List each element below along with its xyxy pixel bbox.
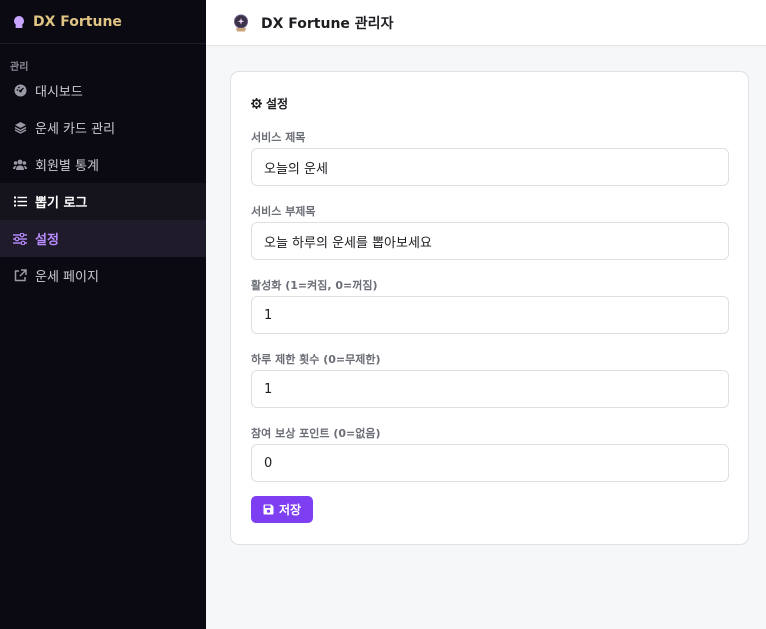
main-area: DX Fortune 관리자 설정 서비스 제목 서비스 부제목 활성화 (1=… xyxy=(206,0,766,629)
sidebar: DX Fortune 관리 대시보드 운세 카드 관리 회원별 통계 뽑기 로그… xyxy=(0,0,206,629)
sidebar-item-draw-log[interactable]: 뽑기 로그 xyxy=(0,183,206,220)
topbar: DX Fortune 관리자 xyxy=(206,0,766,46)
enabled-input[interactable] xyxy=(251,296,729,334)
save-button-label: 저장 xyxy=(279,503,302,517)
sliders-icon xyxy=(13,232,27,246)
sidebar-item-fortune-page[interactable]: 운세 페이지 xyxy=(0,257,206,294)
gear-icon xyxy=(251,97,262,109)
service-subtitle-label: 서비스 부제목 xyxy=(251,205,316,218)
settings-card: 설정 서비스 제목 서비스 부제목 활성화 (1=켜짐, 0=꺼짐) 하루 제한… xyxy=(230,71,749,545)
reward-points-label: 참여 보상 포인트 (0=없음) xyxy=(251,427,381,440)
layers-icon xyxy=(13,121,27,135)
sidebar-item-label: 대시보드 xyxy=(35,85,83,100)
app-root: DX Fortune 관리 대시보드 운세 카드 관리 회원별 통계 뽑기 로그… xyxy=(0,0,766,629)
sidebar-item-settings[interactable]: 설정 xyxy=(0,220,206,257)
sidebar-item-label: 운세 페이지 xyxy=(35,270,99,285)
crystal-ball-icon xyxy=(12,15,26,29)
reward-points-input[interactable] xyxy=(251,444,729,482)
crystal-ball-icon xyxy=(232,14,250,32)
sidebar-item-label: 회원별 통계 xyxy=(35,159,99,174)
sidebar-section-label: 관리 xyxy=(10,62,29,73)
sidebar-item-dashboard[interactable]: 대시보드 xyxy=(0,72,206,109)
brand[interactable]: DX Fortune xyxy=(0,0,206,44)
list-icon xyxy=(13,195,27,209)
service-subtitle-input[interactable] xyxy=(251,222,729,260)
sidebar-item-fortune-cards[interactable]: 운세 카드 관리 xyxy=(0,109,206,146)
brand-name: DX Fortune xyxy=(33,13,122,30)
service-title-label: 서비스 제목 xyxy=(251,131,306,144)
enabled-label: 활성화 (1=켜짐, 0=꺼짐) xyxy=(251,279,378,292)
service-title-input[interactable] xyxy=(251,148,729,186)
daily-limit-label: 하루 제한 횟수 (0=무제한) xyxy=(251,353,381,366)
settings-card-title: 설정 xyxy=(251,95,728,111)
dashboard-icon xyxy=(13,84,27,98)
content: 설정 서비스 제목 서비스 부제목 활성화 (1=켜짐, 0=꺼짐) 하루 제한… xyxy=(206,46,766,545)
sidebar-item-label: 뽑기 로그 xyxy=(35,196,88,211)
sidebar-item-label: 운세 카드 관리 xyxy=(35,122,116,137)
external-link-icon xyxy=(13,269,27,283)
users-icon xyxy=(13,158,27,172)
save-button[interactable]: 저장 xyxy=(251,496,314,523)
settings-title-text: 설정 xyxy=(266,96,289,111)
sidebar-item-label: 설정 xyxy=(35,233,59,248)
page-title: DX Fortune 관리자 xyxy=(261,15,394,32)
sidebar-item-member-stats[interactable]: 회원별 통계 xyxy=(0,146,206,183)
daily-limit-input[interactable] xyxy=(251,370,729,408)
save-icon xyxy=(263,504,274,515)
